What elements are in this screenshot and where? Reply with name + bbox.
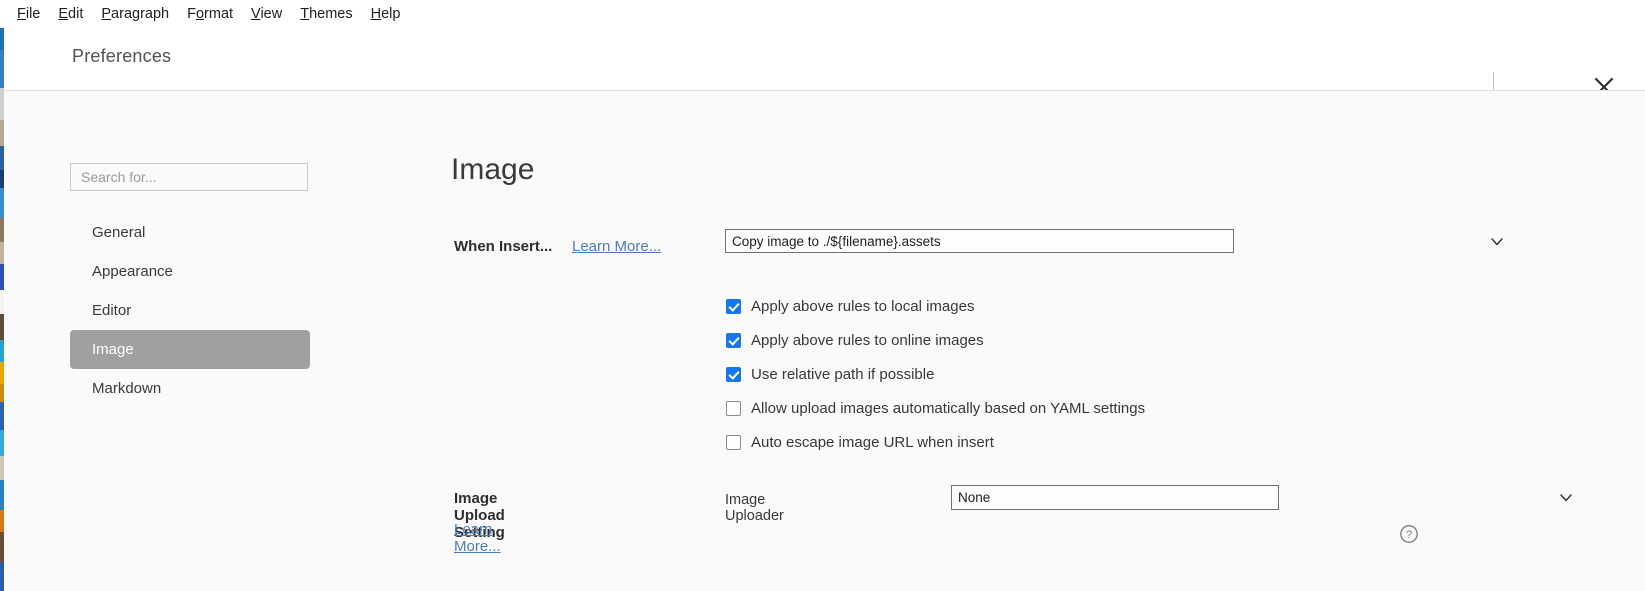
chevron-down-icon (1560, 494, 1572, 505)
image-rules-checkbox-group: Apply above rules to local images Apply a… (726, 289, 1145, 459)
menu-mnemonic: E (58, 6, 69, 22)
menu-mnemonic: V (251, 6, 261, 22)
menu-mnemonic: P (101, 6, 112, 22)
sidebar-nav-list: General Appearance Editor Image Markdown (70, 213, 310, 408)
preferences-title-bar: Preferences (4, 28, 1645, 102)
checkbox-label[interactable]: Auto escape image URL when insert (751, 434, 994, 451)
when-insert-label: When Insert... (454, 238, 553, 255)
search-input[interactable] (70, 163, 308, 191)
menu-item-view[interactable]: View (242, 0, 291, 28)
menu-mnemonic: T (300, 6, 310, 22)
menu-item-paragraph[interactable]: Paragraph (92, 0, 178, 28)
section-title: Image (451, 153, 535, 186)
checkbox-checked-icon[interactable] (726, 332, 741, 348)
sidebar-item-label: Image (92, 341, 134, 358)
sidebar-item-label: General (92, 224, 146, 241)
sidebar-item-label: Markdown (92, 380, 162, 397)
checkbox-row[interactable]: Apply above rules to online images (726, 323, 1145, 357)
checkbox-label[interactable]: Apply above rules to online images (751, 332, 984, 349)
menu-mnemonic: H (370, 6, 382, 22)
menu-item-help[interactable]: Help (362, 0, 410, 28)
checkbox-label[interactable]: Use relative path if possible (751, 366, 934, 383)
sidebar: General Appearance Editor Image Markdown (70, 163, 310, 408)
sidebar-item-appearance[interactable]: Appearance (70, 252, 310, 291)
checkbox-row[interactable]: Apply above rules to local images (726, 289, 1145, 323)
image-uploader-select[interactable]: None (951, 485, 1279, 510)
when-insert-learn-more-link[interactable]: Learn More... (572, 238, 661, 255)
when-insert-select[interactable]: Copy image to ./${filename}.assets (725, 229, 1234, 253)
help-circle-icon[interactable]: ? (1398, 523, 1420, 545)
preferences-content: General Appearance Editor Image Markdown Ima… (4, 90, 1645, 591)
checkbox-checked-icon[interactable] (726, 298, 741, 314)
sidebar-item-general[interactable]: General (70, 213, 310, 252)
sidebar-item-editor[interactable]: Editor (70, 291, 310, 330)
sidebar-item-label: Editor (92, 302, 132, 319)
image-upload-learn-more-link[interactable]: Learn More... (454, 521, 501, 555)
checkbox-label[interactable]: Allow upload images automatically based … (751, 400, 1145, 417)
image-uploader-label: Image Uploader (725, 492, 784, 524)
menu-bar: File Edit Paragraph Format View Themes Help (0, 0, 1645, 28)
checkbox-row[interactable]: Use relative path if possible (726, 357, 1145, 391)
menu-mnemonic: F (17, 6, 26, 22)
window-edge-strip (0, 28, 4, 591)
menu-mnemonic: o (195, 6, 205, 22)
checkbox-row[interactable]: Auto escape image URL when insert (726, 425, 1145, 459)
checkbox-label[interactable]: Apply above rules to local images (751, 298, 974, 315)
menu-item-edit[interactable]: Edit (49, 0, 92, 28)
main-panel: Image When Insert... Learn More... Copy … (451, 153, 1572, 555)
checkbox-unchecked-icon[interactable] (726, 434, 741, 450)
menu-item-themes[interactable]: Themes (291, 0, 361, 28)
checkbox-checked-icon[interactable] (726, 366, 741, 382)
menu-item-format[interactable]: Format (178, 0, 242, 28)
checkbox-row[interactable]: Allow upload images automatically based … (726, 391, 1145, 425)
chevron-down-icon (1491, 238, 1503, 249)
sidebar-item-image[interactable]: Image (70, 330, 310, 369)
menu-item-file[interactable]: File (8, 0, 49, 28)
sidebar-item-label: Appearance (92, 263, 173, 280)
checkbox-unchecked-icon[interactable] (726, 400, 741, 416)
page-title: Preferences (72, 46, 172, 66)
sidebar-item-markdown[interactable]: Markdown (70, 369, 310, 408)
svg-text:?: ? (1406, 529, 1412, 541)
